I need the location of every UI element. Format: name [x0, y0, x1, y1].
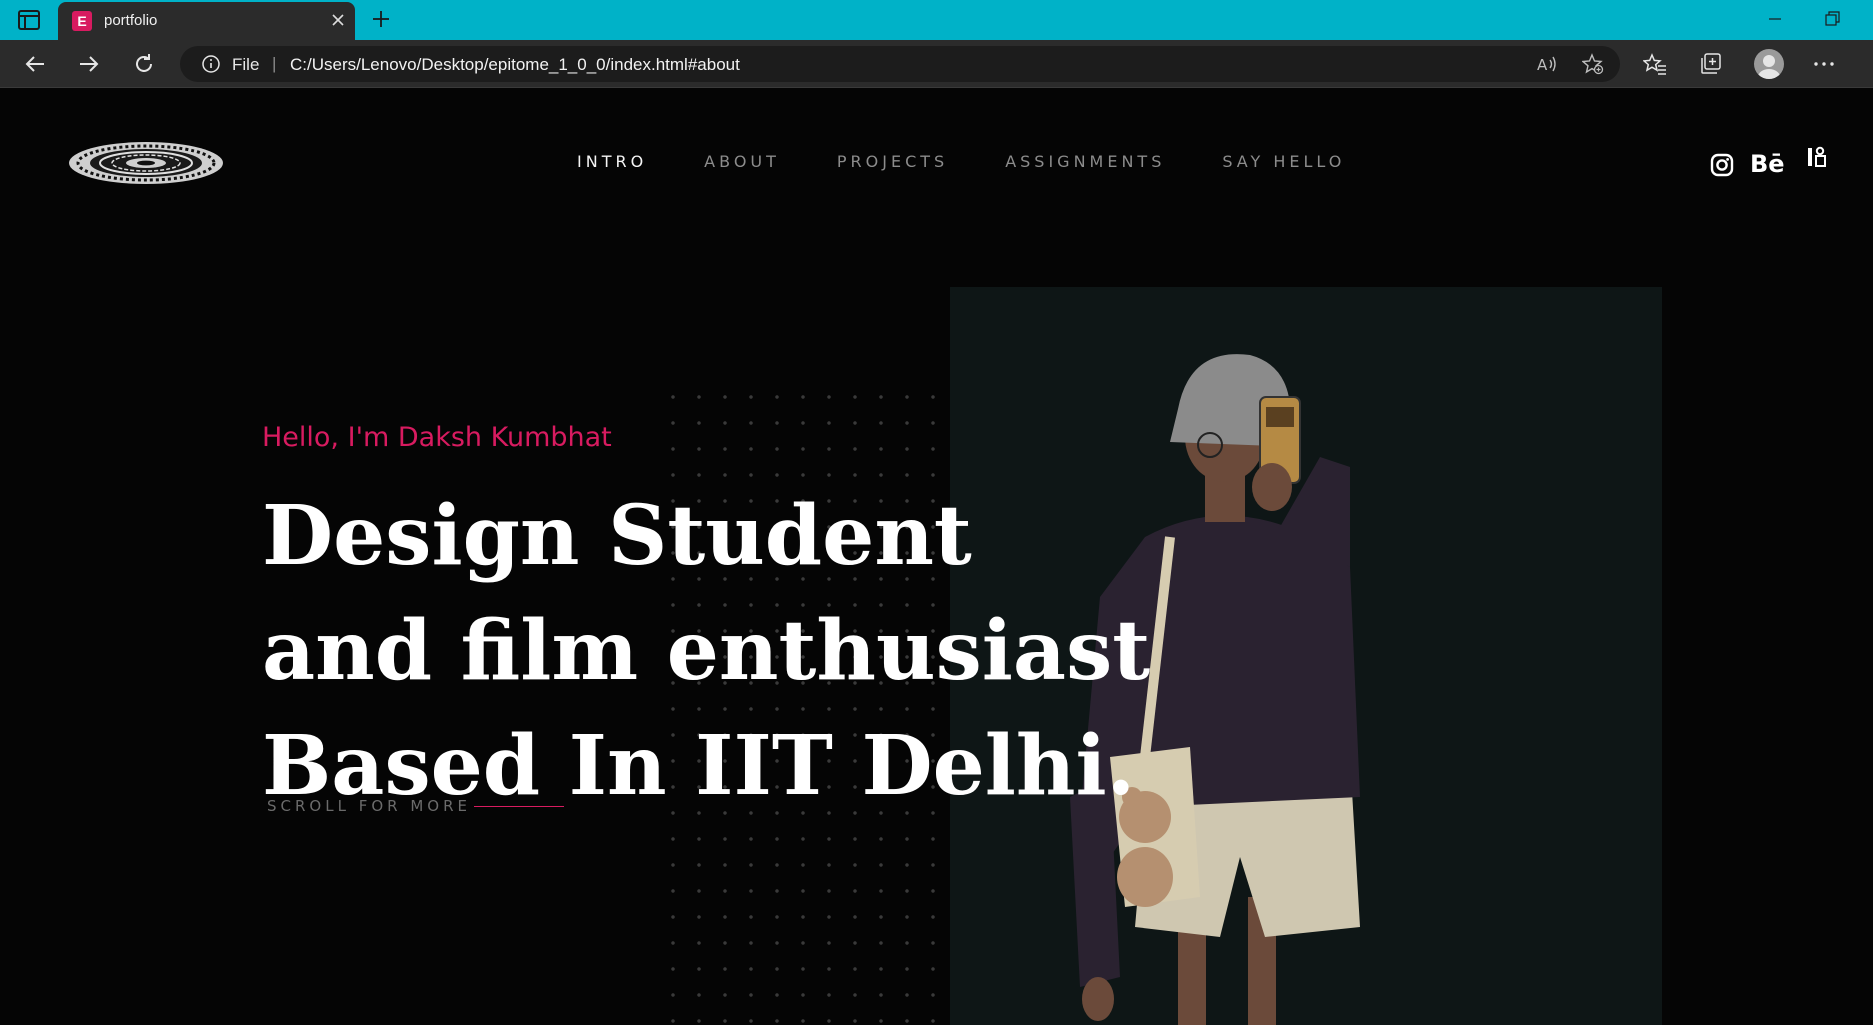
read-aloud-icon[interactable]: A [1536, 54, 1558, 74]
address-bar[interactable]: File | C:/Users/Lenovo/Desktop/epitome_1… [180, 46, 1620, 82]
svg-text:A: A [1537, 56, 1548, 74]
more-options-icon[interactable] [1812, 52, 1836, 76]
url-scheme-label: File [232, 55, 260, 74]
hero-greeting: Hello, I'm Daksh Kumbhat [262, 422, 612, 453]
browser-tab[interactable]: E portfolio [58, 2, 355, 40]
browser-tab-bar: E portfolio [0, 0, 1873, 40]
nav-about[interactable]: ABOUT [704, 152, 780, 171]
nav-projects[interactable]: PROJECTS [837, 152, 948, 171]
profile-avatar[interactable] [1754, 49, 1784, 79]
nav-assignments[interactable]: ASSIGNMENTS [1005, 152, 1165, 171]
favorites-icon[interactable] [1643, 52, 1667, 76]
site-logo-icon[interactable] [68, 141, 224, 185]
main-navigation: INTRO ABOUT PROJECTS ASSIGNMENTS SAY HEL… [577, 152, 1402, 171]
url-text[interactable]: C:/Users/Lenovo/Desktop/epitome_1_0_0/in… [290, 55, 740, 75]
refresh-icon[interactable] [132, 52, 156, 76]
headline-line-2: and film enthusiast [262, 603, 1151, 699]
behance-icon[interactable]: Bē [1750, 150, 1785, 178]
nav-say-hello[interactable]: SAY HELLO [1222, 152, 1345, 171]
issuu-icon[interactable] [1806, 146, 1828, 168]
collections-icon[interactable] [1699, 52, 1723, 76]
new-tab-icon[interactable] [370, 8, 392, 30]
site-favicon-icon: E [72, 11, 92, 31]
browser-toolbar: File | C:/Users/Lenovo/Desktop/epitome_1… [0, 40, 1873, 88]
tab-title: portfolio [104, 12, 158, 29]
add-favorite-star-icon[interactable] [1582, 53, 1604, 75]
forward-arrow-icon[interactable] [77, 52, 101, 76]
hero-headline: Design Student and film enthusiast Based… [262, 479, 1150, 824]
info-icon[interactable] [202, 55, 220, 73]
tab-actions-icon[interactable] [18, 10, 40, 30]
back-arrow-icon[interactable] [23, 52, 47, 76]
portfolio-page: INTRO ABOUT PROJECTS ASSIGNMENTS SAY HEL… [0, 89, 1873, 1025]
nav-intro[interactable]: INTRO [577, 152, 647, 171]
scroll-accent-line [474, 806, 564, 807]
close-tab-icon[interactable] [331, 13, 345, 27]
url-separator: | [272, 54, 277, 73]
scroll-for-more-link[interactable]: SCROLL FOR MORE [267, 797, 471, 815]
user-silhouette-icon [1758, 55, 1780, 79]
restore-window-icon[interactable] [1824, 11, 1840, 27]
headline-line-1: Design Student [262, 488, 972, 584]
instagram-icon[interactable] [1710, 153, 1734, 177]
minimize-window-icon[interactable] [1768, 12, 1782, 26]
